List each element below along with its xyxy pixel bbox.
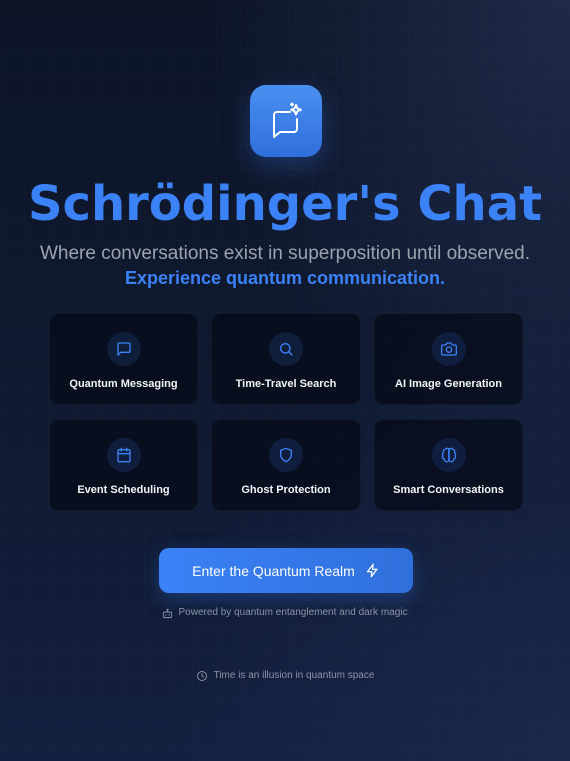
- message-square-icon: [116, 342, 131, 356]
- feature-card-smart-conversations[interactable]: Smart Conversations: [374, 419, 523, 511]
- feature-grid: Quantum Messaging Time-Travel Search AI …: [49, 313, 523, 511]
- app-title: Schrödinger's Chat: [27, 176, 543, 232]
- powered-by-note: Powered by quantum entanglement and dark…: [0, 606, 570, 620]
- feature-card-time-travel-search[interactable]: Time-Travel Search: [211, 313, 361, 405]
- footer-note: Time is an illusion in quantum space: [0, 669, 570, 683]
- enter-quantum-realm-button[interactable]: Enter the Quantum Realm: [159, 548, 413, 593]
- cta-label: Enter the Quantum Realm: [192, 562, 355, 579]
- feature-card-quantum-messaging[interactable]: Quantum Messaging: [49, 313, 198, 405]
- feature-label: AI Image Generation: [395, 378, 502, 390]
- feature-card-ai-image-generation[interactable]: AI Image Generation: [374, 313, 523, 405]
- robot-icon: [163, 608, 173, 618]
- camera-icon: [440, 342, 457, 356]
- app-tagline: Experience quantum communication.: [124, 268, 446, 288]
- chat-sparkle-icon: [273, 102, 302, 138]
- feature-label: Event Scheduling: [77, 484, 170, 496]
- calendar-icon: [116, 447, 131, 463]
- feature-label: Ghost Protection: [241, 484, 331, 496]
- search-icon: [280, 343, 293, 356]
- feature-card-event-scheduling[interactable]: Event Scheduling: [49, 419, 198, 511]
- brain-icon: [441, 447, 456, 463]
- feature-label: Time-Travel Search: [235, 378, 337, 390]
- feature-card-ghost-protection[interactable]: Ghost Protection: [211, 419, 361, 511]
- powered-by-text: Powered by quantum entanglement and dark…: [178, 607, 408, 618]
- feature-label: Smart Conversations: [393, 484, 504, 496]
- footer-text: Time is an illusion in quantum space: [213, 670, 375, 681]
- app-logo: [250, 85, 322, 157]
- feature-label: Quantum Messaging: [69, 378, 178, 390]
- clock-icon: [196, 671, 207, 681]
- shield-icon: [280, 447, 292, 463]
- app-subtitle: Where conversations exist in superpositi…: [39, 243, 531, 264]
- lightning-icon: [366, 563, 378, 578]
